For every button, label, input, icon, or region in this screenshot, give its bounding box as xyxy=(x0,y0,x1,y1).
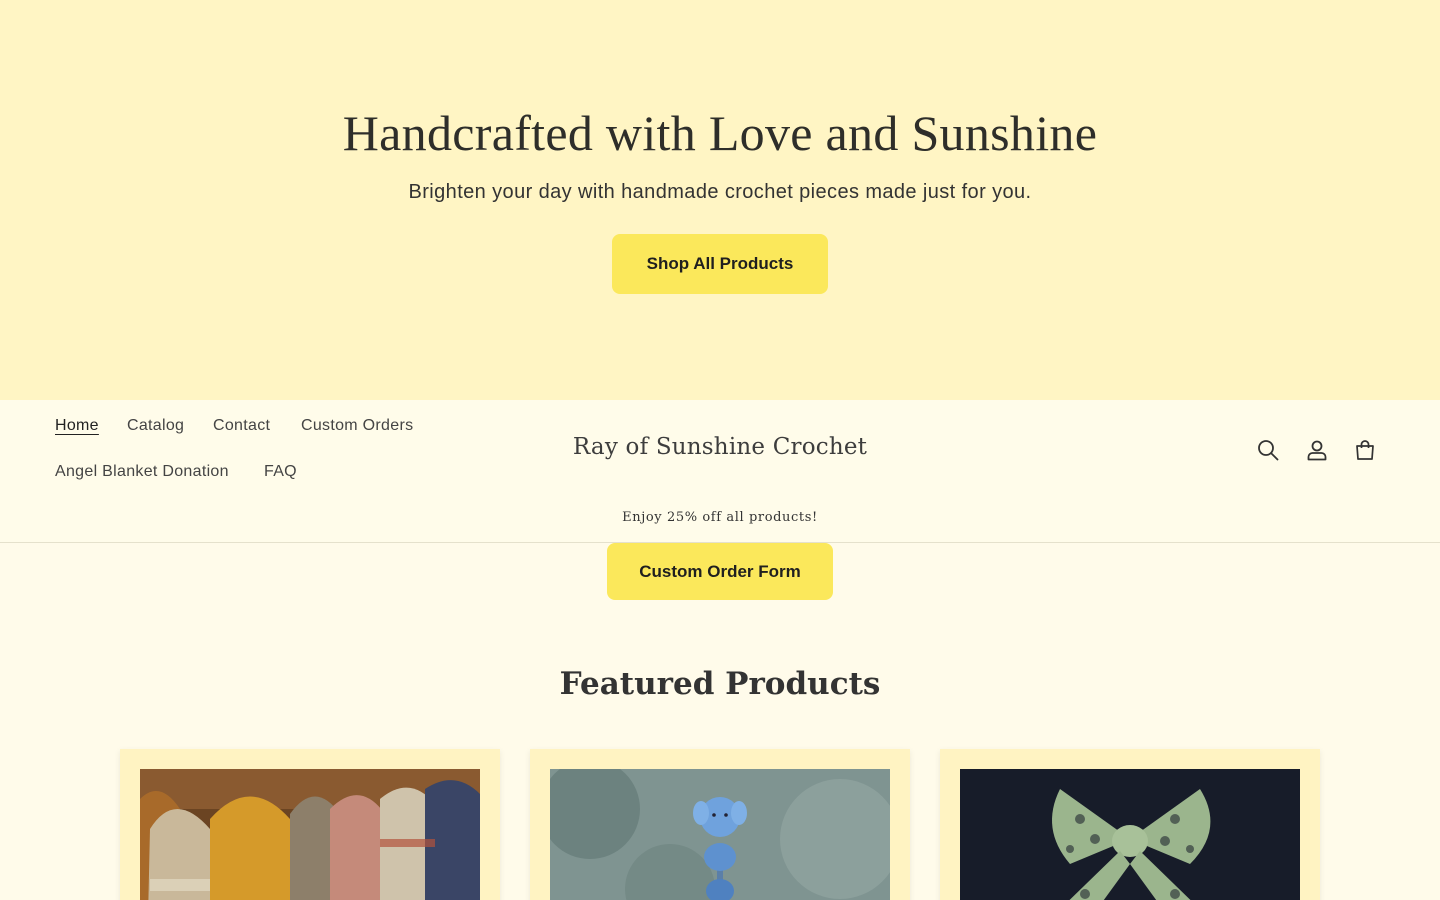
hero-banner: Handcrafted with Love and Sunshine Brigh… xyxy=(0,0,1440,400)
hero-title: Handcrafted with Love and Sunshine xyxy=(342,105,1098,161)
nav-contact[interactable]: Contact xyxy=(213,417,270,435)
nav-faq[interactable]: FAQ xyxy=(264,463,297,481)
announcement-bar: Enjoy 25% off all products! xyxy=(622,510,818,525)
product-card[interactable] xyxy=(530,749,910,900)
custom-order-form-button[interactable]: Custom Order Form xyxy=(607,543,833,600)
hero-subtitle: Brighten your day with handmade crochet … xyxy=(408,181,1032,203)
nav-catalog[interactable]: Catalog xyxy=(127,417,184,435)
product-card[interactable] xyxy=(120,749,500,900)
cart-icon[interactable] xyxy=(1351,436,1379,464)
nav-angel-blanket-donation[interactable]: Angel Blanket Donation xyxy=(55,463,229,481)
product-card[interactable] xyxy=(940,749,1320,900)
product-image-crochet-bags[interactable] xyxy=(140,769,480,900)
site-header: Home Catalog Contact Custom Orders Angel… xyxy=(0,400,1440,543)
product-image-crochet-bow[interactable] xyxy=(960,769,1300,900)
brand-logo-text[interactable]: Ray of Sunshine Crochet xyxy=(0,434,1440,460)
featured-products-heading: Featured Products xyxy=(559,666,881,702)
product-image-elephant-figure[interactable] xyxy=(550,769,890,900)
shop-all-products-button[interactable]: Shop All Products xyxy=(612,234,828,294)
nav-custom-orders[interactable]: Custom Orders xyxy=(301,417,413,435)
account-icon[interactable] xyxy=(1303,436,1331,464)
search-icon[interactable] xyxy=(1254,436,1282,464)
nav-home[interactable]: Home xyxy=(55,417,99,435)
